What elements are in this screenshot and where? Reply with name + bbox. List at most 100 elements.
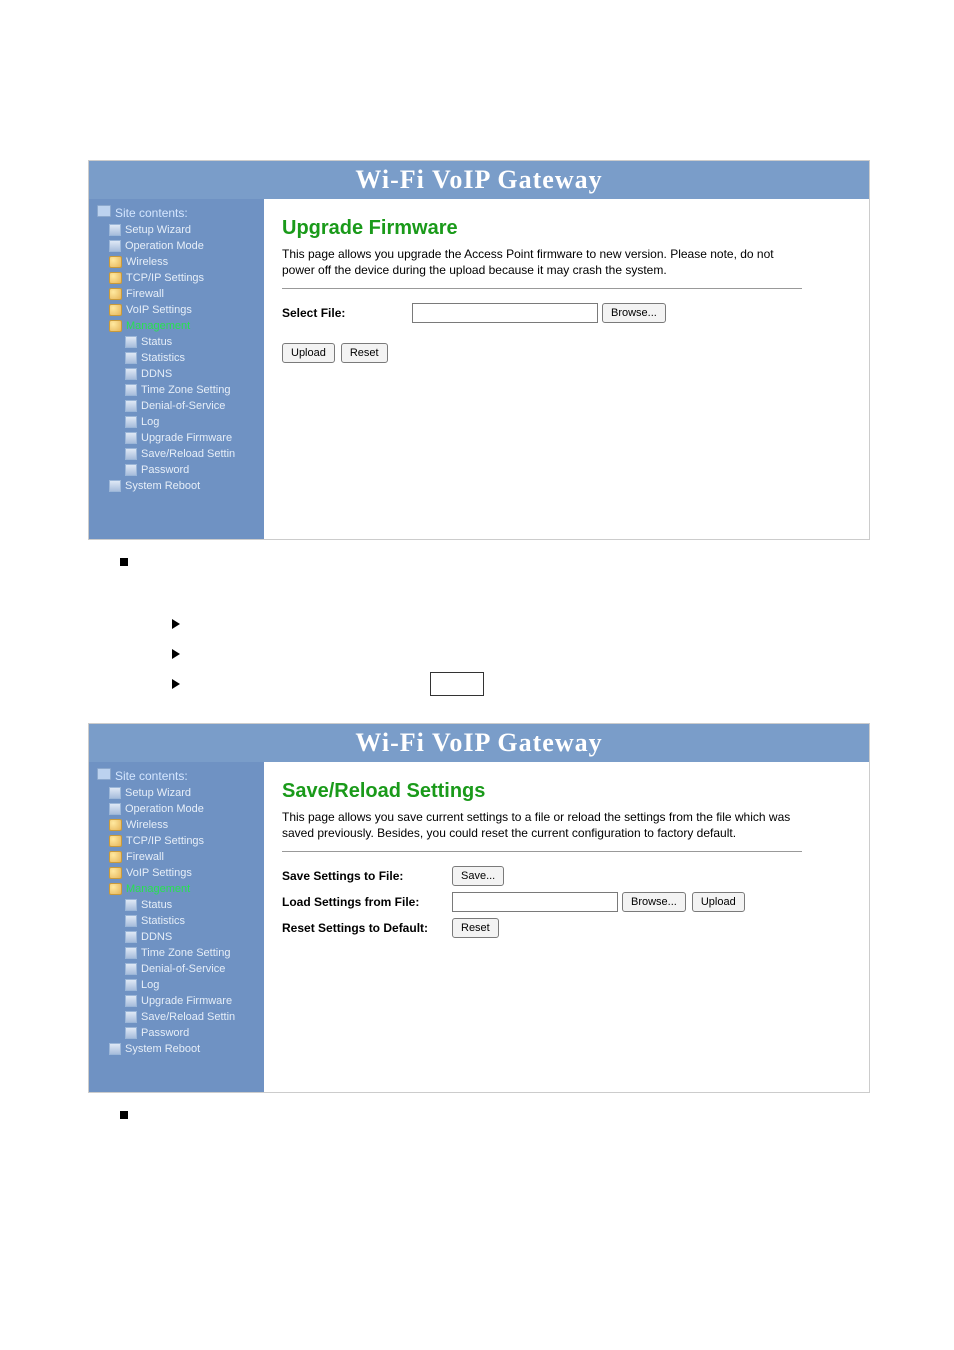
chevron-right-icon [172, 619, 180, 629]
save-to-file-label: Save Settings to File: [282, 869, 452, 883]
sidebar-item[interactable]: Operation Mode [89, 801, 264, 817]
inline-box [430, 672, 484, 696]
document-icon [125, 336, 137, 348]
sidebar-item[interactable]: Upgrade Firmware [89, 993, 264, 1009]
folder-icon [109, 819, 122, 831]
document-icon [109, 240, 121, 252]
sidebar-item[interactable]: Setup Wizard [89, 222, 264, 238]
sidebar-item[interactable]: Time Zone Setting [89, 945, 264, 961]
document-icon [125, 979, 137, 991]
page-desc: This page allows you upgrade the Access … [282, 246, 802, 278]
sidebar-item-label: VoIP Settings [126, 867, 192, 879]
sidebar-item-label: Upgrade Firmware [141, 995, 232, 1007]
page-title: Upgrade Firmware [282, 217, 851, 240]
folder-icon [109, 304, 122, 316]
chevron-right-icon [172, 649, 180, 659]
document-icon [125, 400, 137, 412]
sidebar-item-label: Management [126, 883, 190, 895]
computer-icon [97, 768, 111, 780]
sidebar-item-label: VoIP Settings [126, 304, 192, 316]
document-icon [109, 224, 121, 236]
page-desc: This page allows you save current settin… [282, 809, 802, 841]
sidebar-item[interactable]: Log [89, 414, 264, 430]
upgrade-firmware-panel: Wi-Fi VoIP Gateway Site contents: Setup … [88, 160, 870, 540]
sidebar-item[interactable]: Operation Mode [89, 238, 264, 254]
arrow-list [172, 609, 954, 699]
content-save: Save/Reload Settings This page allows yo… [264, 762, 869, 1092]
sidebar-item-label: Wireless [126, 256, 168, 268]
sidebar-item[interactable]: System Reboot [89, 1041, 264, 1057]
sidebar-item[interactable]: Upgrade Firmware [89, 430, 264, 446]
load-file-input[interactable] [452, 892, 618, 912]
page-title: Save/Reload Settings [282, 780, 851, 803]
sidebar-item[interactable]: Statistics [89, 913, 264, 929]
select-file-input[interactable] [412, 303, 598, 323]
sidebar-item-label: Save/Reload Settin [141, 448, 235, 460]
sidebar-item[interactable]: Denial-of-Service [89, 398, 264, 414]
document-icon [125, 352, 137, 364]
reset-button-2[interactable]: Reset [452, 918, 499, 938]
upload-button-2[interactable]: Upload [692, 892, 745, 912]
browse-button[interactable]: Browse... [602, 303, 666, 323]
folder-icon [109, 851, 122, 863]
divider [282, 851, 802, 852]
sidebar-item[interactable]: System Reboot [89, 478, 264, 494]
document-icon [125, 368, 137, 380]
sidebar-header: Site contents: [115, 206, 188, 220]
sidebar-item[interactable]: Status [89, 897, 264, 913]
sidebar-item-label: Log [141, 416, 159, 428]
sidebar-item-label: DDNS [141, 931, 172, 943]
sidebar-item[interactable]: Time Zone Setting [89, 382, 264, 398]
sidebar-item[interactable]: VoIP Settings [89, 865, 264, 881]
sidebar-item[interactable]: Management [89, 881, 264, 897]
sidebar-item[interactable]: Save/Reload Settin [89, 446, 264, 462]
document-icon [125, 416, 137, 428]
document-icon [125, 448, 137, 460]
sidebar-item[interactable]: DDNS [89, 366, 264, 382]
sidebar-item-label: Operation Mode [125, 803, 204, 815]
document-icon [125, 432, 137, 444]
document-icon [125, 915, 137, 927]
sidebar-item[interactable]: Firewall [89, 286, 264, 302]
save-button[interactable]: Save... [452, 866, 504, 886]
sidebar-item-label: Time Zone Setting [141, 384, 230, 396]
sidebar-item[interactable]: Password [89, 1025, 264, 1041]
sidebar-item[interactable]: Statistics [89, 350, 264, 366]
reset-button[interactable]: Reset [341, 343, 388, 363]
reset-default-label: Reset Settings to Default: [282, 921, 452, 935]
sidebar-item[interactable]: Wireless [89, 254, 264, 270]
sidebar-item[interactable]: Save/Reload Settin [89, 1009, 264, 1025]
sidebar-item-label: Denial-of-Service [141, 400, 225, 412]
sidebar-item-label: Setup Wizard [125, 787, 191, 799]
sidebar-item[interactable]: Management [89, 318, 264, 334]
sidebar-item[interactable]: DDNS [89, 929, 264, 945]
sidebar: Site contents: Setup Wizard Operation Mod… [89, 199, 264, 539]
computer-icon [97, 205, 111, 217]
select-file-label: Select File: [282, 306, 412, 320]
sidebar-item[interactable]: Password [89, 462, 264, 478]
browse-button-2[interactable]: Browse... [622, 892, 686, 912]
sidebar-item[interactable]: VoIP Settings [89, 302, 264, 318]
sidebar-item[interactable]: TCP/IP Settings [89, 833, 264, 849]
sidebar-item-label: System Reboot [125, 480, 200, 492]
sidebar-item[interactable]: TCP/IP Settings [89, 270, 264, 286]
sidebar-item-label: Management [126, 320, 190, 332]
chevron-right-icon [172, 679, 180, 689]
sidebar-item[interactable]: Firewall [89, 849, 264, 865]
sidebar-item[interactable]: Wireless [89, 817, 264, 833]
sidebar-item-label: Operation Mode [125, 240, 204, 252]
sidebar-item-label: DDNS [141, 368, 172, 380]
banner-title-2: Wi-Fi VoIP Gateway [89, 724, 869, 762]
sidebar-item[interactable]: Log [89, 977, 264, 993]
upload-button[interactable]: Upload [282, 343, 335, 363]
document-icon [109, 1043, 121, 1055]
sidebar-item-label: Status [141, 336, 172, 348]
sidebar-item-label: System Reboot [125, 1043, 200, 1055]
sidebar-item[interactable]: Status [89, 334, 264, 350]
sidebar-item[interactable]: Setup Wizard [89, 785, 264, 801]
sidebar-item[interactable]: Denial-of-Service [89, 961, 264, 977]
document-icon [109, 803, 121, 815]
sidebar-2: Site contents: Setup WizardOperation Mod… [89, 762, 264, 1092]
document-icon [109, 480, 121, 492]
divider [282, 288, 802, 289]
